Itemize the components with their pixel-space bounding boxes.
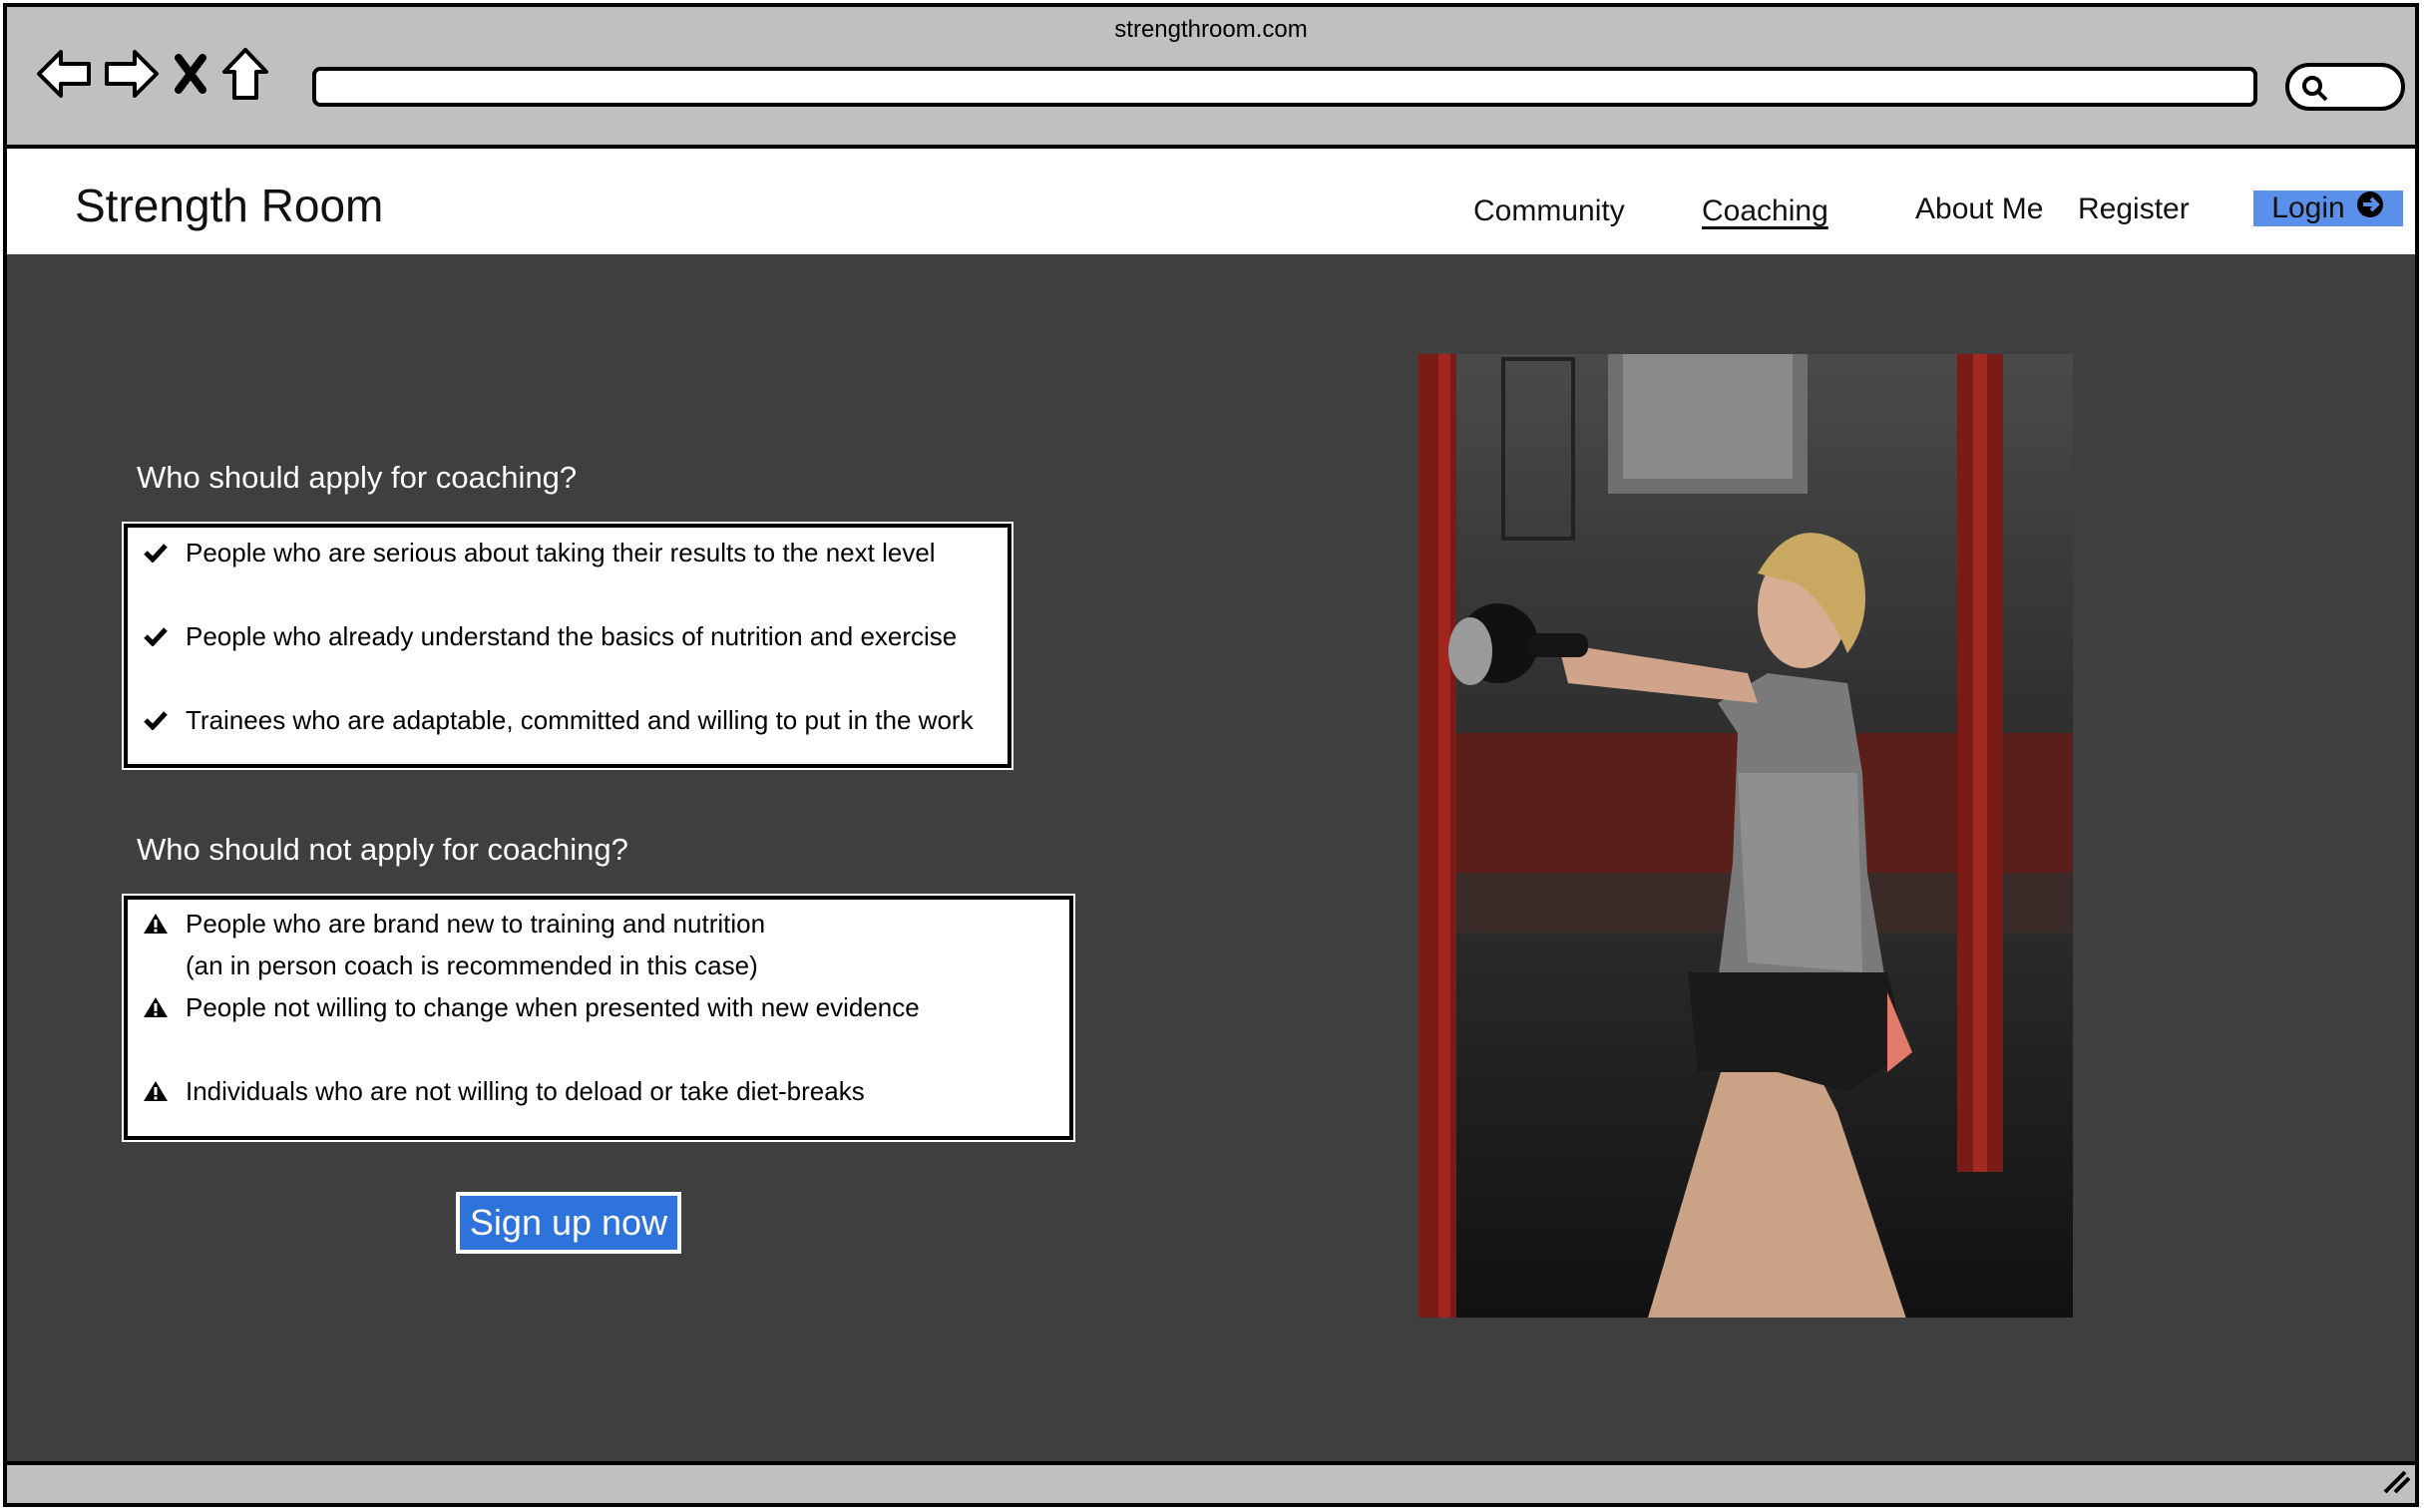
address-bar[interactable] xyxy=(312,67,2257,107)
warning-icon xyxy=(142,903,170,945)
warning-icon xyxy=(142,986,170,1028)
checkmark-icon xyxy=(142,699,170,741)
site-header: Strength Room Community Coaching About M… xyxy=(7,149,2415,254)
browser-window: strengthroom.com Strength Room Community… xyxy=(3,3,2419,1507)
browser-nav-icons xyxy=(35,47,270,105)
close-icon[interactable] xyxy=(171,52,210,101)
warning-icon xyxy=(142,1070,170,1112)
arrow-right-circle-icon xyxy=(2355,189,2385,227)
nav-coaching[interactable]: Coaching xyxy=(1702,194,1828,228)
apply-list: People who are serious about taking thei… xyxy=(124,524,1011,768)
resize-handle-icon[interactable] xyxy=(2381,1466,2411,1499)
browser-status-bar xyxy=(7,1461,2415,1503)
checkmark-icon xyxy=(142,532,170,573)
browser-search-button[interactable] xyxy=(2285,63,2405,111)
list-item-text: Trainees who are adaptable, committed an… xyxy=(186,705,974,735)
list-item-note: (an in person coach is recommended in th… xyxy=(186,945,758,986)
list-item-text: People who already understand the basics… xyxy=(186,621,958,651)
login-button[interactable]: Login xyxy=(2253,190,2403,226)
url-title: strengthroom.com xyxy=(1114,16,1308,43)
list-item: Individuals who are not willing to deloa… xyxy=(142,1070,865,1112)
back-arrow-icon[interactable] xyxy=(35,48,93,105)
list-item-text: (an in person coach is recommended in th… xyxy=(186,950,758,980)
hero-photo xyxy=(1418,354,2073,1318)
login-label: Login xyxy=(2271,191,2345,224)
list-item: People who already understand the basics… xyxy=(142,615,957,657)
list-item-text: People not willing to change when presen… xyxy=(186,992,920,1022)
forward-arrow-icon[interactable] xyxy=(103,48,161,105)
nav-community[interactable]: Community xyxy=(1473,194,1625,228)
nav-about-me[interactable]: About Me xyxy=(1915,192,2043,226)
list-item: People who are brand new to training and… xyxy=(142,903,765,945)
list-item: Trainees who are adaptable, committed an… xyxy=(142,699,974,741)
not-apply-list: People who are brand new to training and… xyxy=(124,896,1073,1140)
home-icon[interactable] xyxy=(220,46,270,107)
site-brand[interactable]: Strength Room xyxy=(75,179,383,232)
list-item: People who are serious about taking thei… xyxy=(142,532,936,573)
list-item-text: People who are brand new to training and… xyxy=(186,909,766,939)
sign-up-button[interactable]: Sign up now xyxy=(456,1192,681,1254)
list-item-text: Individuals who are not willing to deloa… xyxy=(186,1076,865,1106)
browser-chrome: strengthroom.com xyxy=(7,7,2415,149)
checkmark-icon xyxy=(142,615,170,657)
nav-register[interactable]: Register xyxy=(2078,192,2190,226)
list-item-text: People who are serious about taking thei… xyxy=(186,538,936,567)
not-apply-heading: Who should not apply for coaching? xyxy=(137,832,628,867)
apply-heading: Who should apply for coaching? xyxy=(137,460,578,495)
list-item: People not willing to change when presen… xyxy=(142,986,920,1028)
